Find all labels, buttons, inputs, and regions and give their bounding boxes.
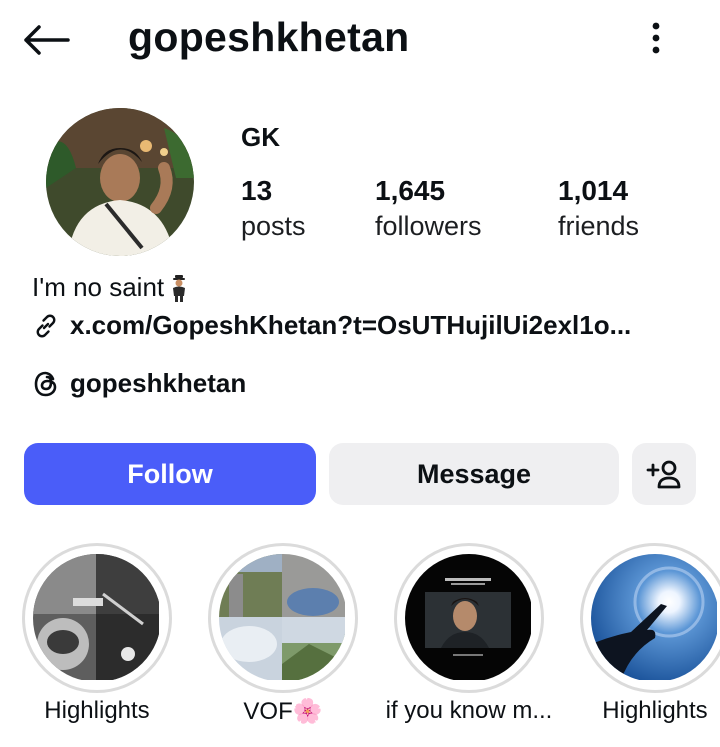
highlight-cover-image — [219, 554, 347, 682]
bio-text: I'm no saint — [32, 272, 165, 302]
highlight-label: if you know m... — [385, 697, 553, 724]
highlight-label: Highlights — [44, 697, 150, 724]
highlight-cover-image — [405, 554, 533, 682]
highlight-item[interactable]: VOF🌸 — [208, 543, 358, 725]
display-name: GK — [241, 122, 280, 152]
friends-label: friends — [558, 211, 640, 241]
highlight-ring — [22, 543, 172, 693]
profile-bio: I'm no saint — [32, 272, 188, 303]
highlight-label: Highlights — [602, 697, 708, 724]
highlight-cover-image — [591, 554, 719, 682]
person-in-suit-emoji-icon — [173, 274, 186, 302]
followers-count: 1,645 — [375, 175, 446, 206]
add-person-icon — [646, 460, 681, 489]
profile-avatar[interactable] — [46, 108, 194, 256]
posts-label: posts — [241, 211, 306, 241]
back-button[interactable] — [22, 20, 74, 60]
stat-friends[interactable]: 1,014 friends — [558, 174, 639, 244]
threads-handle[interactable]: gopeshkhetan — [70, 368, 246, 399]
profile-link[interactable]: x.com/GopeshKhetan?t=OsUTHujilUi2exl1o..… — [32, 310, 631, 341]
friends-count: 1,014 — [558, 175, 629, 206]
profile-username: gopeshkhetan — [128, 14, 410, 60]
follow-button[interactable]: Follow — [24, 443, 316, 505]
link-icon — [36, 314, 56, 337]
highlight-item[interactable]: Highlights — [580, 543, 720, 724]
stat-followers[interactable]: 1,645 followers — [375, 174, 482, 244]
message-button[interactable]: Message — [329, 443, 619, 505]
highlight-ring — [208, 543, 358, 693]
highlight-item[interactable]: if you know m... — [386, 543, 552, 724]
highlight-ring — [580, 543, 720, 693]
posts-count: 13 — [241, 175, 273, 206]
highlight-cover-image — [33, 554, 161, 682]
highlight-item[interactable]: Highlights — [22, 543, 172, 724]
profile-link-text[interactable]: x.com/GopeshKhetan?t=OsUTHujilUi2exl1o..… — [70, 310, 631, 341]
suggested-accounts-button[interactable] — [632, 443, 696, 505]
followers-label: followers — [375, 211, 482, 241]
threads-badge[interactable]: gopeshkhetan — [32, 368, 246, 399]
more-vertical-icon — [652, 22, 660, 54]
arrow-left-icon — [24, 25, 70, 55]
stat-posts[interactable]: 13 posts — [241, 174, 306, 244]
highlight-label: VOF🌸 — [243, 698, 323, 725]
more-options-button[interactable] — [640, 18, 672, 58]
avatar-photo — [46, 108, 194, 256]
threads-icon — [34, 371, 57, 396]
highlight-ring — [394, 543, 544, 693]
top-bar: gopeshkhetan — [0, 0, 720, 80]
